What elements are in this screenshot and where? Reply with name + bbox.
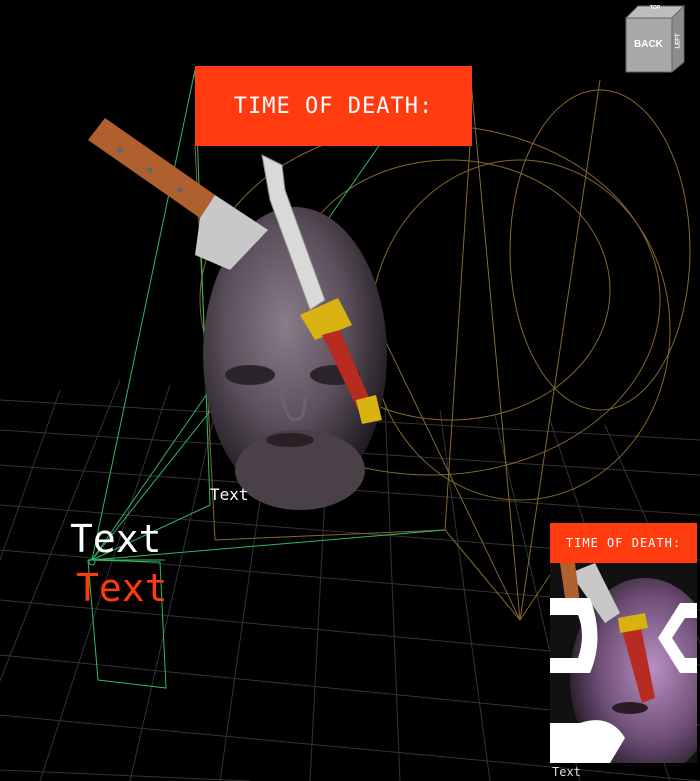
time-of-death-banner[interactable]: TIME OF DEATH: (195, 66, 472, 146)
view-cube[interactable]: BACK LEFT TOP (624, 0, 688, 74)
time-of-death-text: TIME OF DEATH: (233, 93, 434, 119)
small-text-label[interactable]: Text (210, 485, 249, 504)
view-cube-front-label[interactable]: BACK (634, 39, 663, 50)
view-cube-side-label[interactable]: LEFT (676, 34, 682, 49)
preview-banner-text: TIME OF DEATH: (565, 536, 682, 550)
preview-banner: TIME OF DEATH: (550, 523, 697, 563)
preview-caption: Text (552, 765, 581, 779)
preview-render (550, 563, 697, 763)
red-text-label[interactable]: Text (76, 566, 168, 610)
view-cube-top-label[interactable]: TOP (650, 5, 660, 11)
white-text-label[interactable]: Text (70, 517, 162, 561)
camera-preview[interactable]: TIME OF DEATH: (550, 523, 697, 763)
